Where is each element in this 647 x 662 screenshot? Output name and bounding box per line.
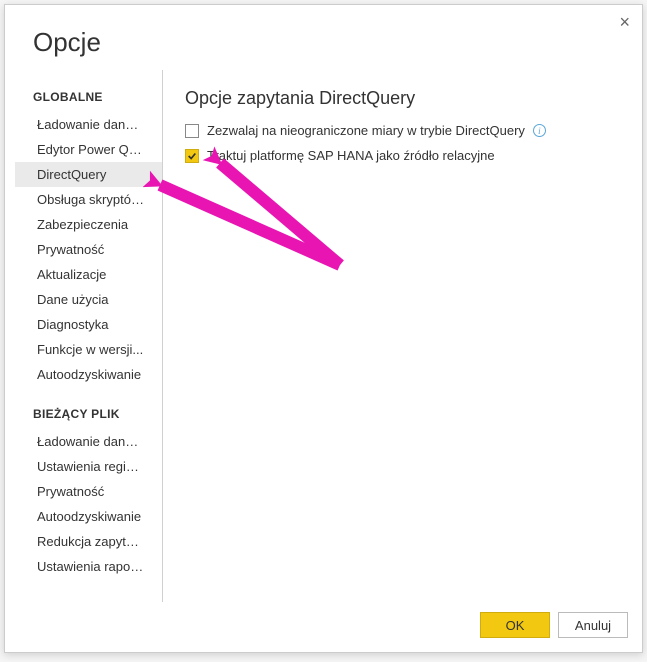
content-title: Opcje zapytania DirectQuery bbox=[185, 88, 620, 109]
sidebar-item-ustawienia-regionalne[interactable]: Ustawienia regionalne bbox=[15, 454, 162, 479]
sidebar: GLOBALNE Ładowanie danych Edytor Power Q… bbox=[15, 70, 163, 602]
sidebar-item-diagnostyka[interactable]: Diagnostyka bbox=[15, 312, 162, 337]
content-pane: Opcje zapytania DirectQuery Zezwalaj na … bbox=[163, 70, 642, 602]
sidebar-item-label: Prywatność bbox=[37, 242, 104, 257]
sidebar-item-zabezpieczenia[interactable]: Zabezpieczenia bbox=[15, 212, 162, 237]
checkbox-checked-icon bbox=[185, 149, 199, 163]
dialog-body: GLOBALNE Ładowanie danych Edytor Power Q… bbox=[5, 70, 642, 602]
info-icon[interactable]: i bbox=[533, 124, 546, 137]
cancel-button[interactable]: Anuluj bbox=[558, 612, 628, 638]
sidebar-item-label: Diagnostyka bbox=[37, 317, 109, 332]
sidebar-item-label: Aktualizacje bbox=[37, 267, 106, 282]
sidebar-item-ladowanie-danych-file[interactable]: Ładowanie danych bbox=[15, 429, 162, 454]
sidebar-item-label: Funkcje w wersji... bbox=[37, 342, 143, 357]
option-label: Zezwalaj na nieograniczone miary w trybi… bbox=[207, 123, 525, 138]
sidebar-item-obsluga-skryptow[interactable]: Obsługa skryptów... bbox=[15, 187, 162, 212]
sidebar-item-prywatnosc[interactable]: Prywatność bbox=[15, 237, 162, 262]
sidebar-item-redukcja-zapytania[interactable]: Redukcja zapytania bbox=[15, 529, 162, 554]
sidebar-item-label: Dane użycia bbox=[37, 292, 109, 307]
close-button[interactable]: × bbox=[619, 13, 630, 31]
sidebar-item-aktualizacje[interactable]: Aktualizacje bbox=[15, 262, 162, 287]
sidebar-item-directquery[interactable]: DirectQuery bbox=[15, 162, 162, 187]
sidebar-item-label: Autoodzyskiwanie bbox=[37, 509, 141, 524]
checkbox-unchecked-icon bbox=[185, 124, 199, 138]
sidebar-item-autoodzyskiwanie-file[interactable]: Autoodzyskiwanie bbox=[15, 504, 162, 529]
sidebar-item-label: Obsługa skryptów... bbox=[37, 192, 150, 207]
sidebar-group-header-current-file: BIEŻĄCY PLIK bbox=[15, 397, 162, 429]
sidebar-item-edytor-power-query[interactable]: Edytor Power Query bbox=[15, 137, 162, 162]
dialog-title: Opcje bbox=[5, 5, 642, 70]
sidebar-item-ustawienia-raportu[interactable]: Ustawienia raportu bbox=[15, 554, 162, 579]
sidebar-item-funkcje-w-wersji[interactable]: Funkcje w wersji... bbox=[15, 337, 162, 362]
sidebar-item-prywatnosc-file[interactable]: Prywatność bbox=[15, 479, 162, 504]
option-label: Traktuj platformę SAP HANA jako źródło r… bbox=[207, 148, 495, 163]
sidebar-item-label: Edytor Power Query bbox=[37, 142, 154, 157]
sidebar-item-label: Autoodzyskiwanie bbox=[37, 367, 141, 382]
sidebar-item-dane-uzycia[interactable]: Dane użycia bbox=[15, 287, 162, 312]
ok-button[interactable]: OK bbox=[480, 612, 550, 638]
sidebar-item-autoodzyskiwanie[interactable]: Autoodzyskiwanie bbox=[15, 362, 162, 387]
sidebar-item-label: Ustawienia regionalne bbox=[37, 459, 162, 474]
sidebar-item-label: Zabezpieczenia bbox=[37, 217, 128, 232]
dialog-footer: OK Anuluj bbox=[5, 602, 642, 652]
sidebar-item-label: Ładowanie danych bbox=[37, 117, 145, 132]
sidebar-item-label: DirectQuery bbox=[37, 167, 106, 182]
sidebar-item-label: Redukcja zapytania bbox=[37, 534, 150, 549]
option-allow-unrestricted-measures[interactable]: Zezwalaj na nieograniczone miary w trybi… bbox=[185, 123, 620, 138]
sidebar-item-label: Prywatność bbox=[37, 484, 104, 499]
sidebar-item-ladowanie-danych[interactable]: Ładowanie danych bbox=[15, 112, 162, 137]
sidebar-item-label: Ładowanie danych bbox=[37, 434, 145, 449]
sidebar-group-header-global: GLOBALNE bbox=[15, 80, 162, 112]
sidebar-item-label: Ustawienia raportu bbox=[37, 559, 145, 574]
option-treat-sap-hana-relational[interactable]: Traktuj platformę SAP HANA jako źródło r… bbox=[185, 148, 620, 163]
options-dialog: × Opcje GLOBALNE Ładowanie danych Edytor… bbox=[4, 4, 643, 653]
close-icon: × bbox=[619, 12, 630, 32]
